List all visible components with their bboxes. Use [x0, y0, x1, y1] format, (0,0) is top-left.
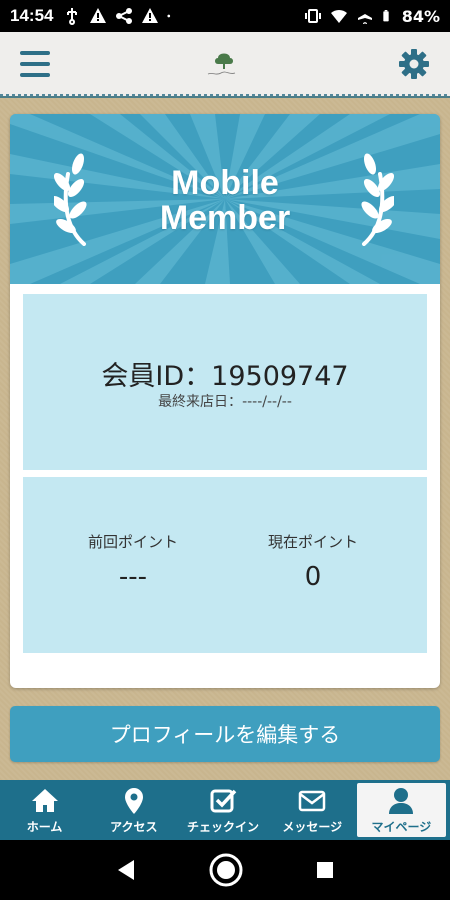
system-icons: 84% [304, 7, 440, 26]
member-id-label: 会員ID： [101, 361, 212, 392]
recents-icon[interactable] [316, 861, 334, 879]
usb-icon [67, 8, 78, 25]
system-navigation [0, 840, 450, 900]
airplane-icon [357, 8, 372, 24]
previous-points-value: --- [118, 562, 148, 592]
last-visit-value: ----/--/-- [242, 394, 292, 410]
checkbox-icon [210, 789, 237, 812]
member-info-panel: 会員ID：19509747 最終来店日：----/--/-- [23, 294, 427, 470]
nav-mypage-label: マイページ [371, 819, 432, 834]
warning-icon [90, 8, 107, 23]
status-bar: 14:54 84% [0, 0, 450, 32]
vibrate-icon [304, 9, 321, 23]
nav-access[interactable]: アクセス [89, 780, 178, 840]
last-visit-label: 最終来店日： [158, 394, 243, 410]
previous-points: 前回ポイント --- [43, 531, 223, 592]
nav-checkin-label: チェックイン [187, 819, 260, 834]
hamburger-icon [20, 51, 50, 55]
envelope-icon [298, 790, 326, 811]
nav-message[interactable]: メッセージ [268, 780, 357, 840]
wifi-icon [330, 9, 347, 23]
map-pin-icon [124, 787, 143, 814]
warning-icon-2 [142, 8, 159, 23]
banner-title: Mobile Member [10, 166, 440, 236]
app-header [0, 32, 450, 96]
last-visit: 最終来店日：----/--/-- [23, 391, 427, 411]
home-icon [31, 788, 58, 812]
banner-title-line1: Mobile [171, 164, 279, 202]
banner-title-line2: Member [159, 199, 291, 237]
nav-access-label: アクセス [110, 819, 158, 834]
dot-icon [167, 14, 171, 18]
member-id-value: 19509747 [211, 361, 349, 392]
logo-icon [207, 53, 236, 75]
nav-message-label: メッセージ [282, 819, 343, 834]
back-icon[interactable] [116, 859, 136, 881]
menu-button[interactable] [20, 51, 50, 77]
share-icon [116, 8, 133, 24]
home-circle-icon[interactable] [208, 852, 244, 888]
nav-checkin[interactable]: チェックイン [178, 780, 267, 840]
status-time: 14:54 [10, 6, 54, 25]
previous-points-label: 前回ポイント [87, 533, 178, 551]
nav-mypage[interactable]: マイページ [356, 783, 447, 837]
notification-icons [63, 7, 175, 25]
nav-home-label: ホーム [26, 819, 63, 834]
bottom-nav: ホーム アクセス チェックイン メッセージ マイページ [0, 780, 450, 840]
battery-icon [383, 10, 389, 22]
user-icon [389, 787, 414, 814]
gear-icon[interactable] [398, 48, 430, 80]
edit-profile-button[interactable]: プロフィールを編集する [10, 706, 440, 762]
points-panel: 前回ポイント --- 現在ポイント 0 [23, 477, 427, 653]
current-points: 現在ポイント 0 [223, 531, 403, 592]
membership-card: Mobile Member 会員ID：19509747 最終来店日：----/-… [10, 114, 440, 688]
card-banner: Mobile Member [10, 114, 440, 284]
brand-logo [194, 44, 254, 84]
current-points-label: 現在ポイント [267, 533, 358, 551]
current-points-value: 0 [304, 562, 322, 592]
member-id: 会員ID：19509747 [23, 354, 427, 393]
nav-home[interactable]: ホーム [0, 780, 89, 840]
battery-percent: 84% [401, 6, 440, 26]
